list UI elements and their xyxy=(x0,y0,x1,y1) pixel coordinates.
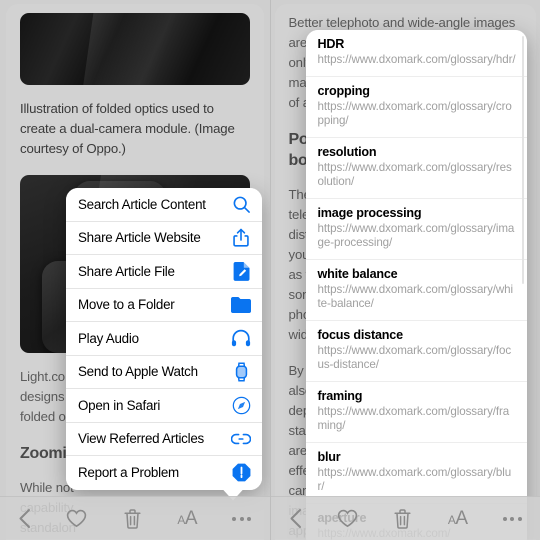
body-line: While not xyxy=(20,480,74,495)
text-size-small-label: A xyxy=(177,513,185,527)
body-line: designs f xyxy=(20,389,72,404)
back-button[interactable] xyxy=(289,508,302,529)
delete-button[interactable] xyxy=(123,508,142,530)
folder-icon xyxy=(231,295,251,315)
glossary-link-item[interactable]: framing https://www.dxomark.com/glossary/… xyxy=(305,382,527,443)
folded-optics-illustration[interactable] xyxy=(20,13,250,85)
glossary-link-title: resolution xyxy=(317,144,377,159)
menu-item-label: View Referred Articles xyxy=(78,431,204,447)
menu-item-label: Play Audio xyxy=(78,330,139,346)
body-line: are xyxy=(288,443,308,458)
delete-button[interactable] xyxy=(393,508,412,530)
referred-articles-popover[interactable]: HDR https://www.dxomark.com/glossary/hdr/… xyxy=(305,30,527,540)
glossary-link-item[interactable]: blur https://www.dxomark.com/glossary/blu… xyxy=(305,443,527,504)
glossary-link-url: https://www.dxomark.com/glossary/hdr/ xyxy=(317,53,516,66)
menu-item-send-to-apple-watch[interactable]: Send to Apple Watch xyxy=(66,356,262,389)
link-icon xyxy=(231,429,251,449)
menu-item-label: Move to a Folder xyxy=(78,297,175,313)
text-size-button[interactable]: AA xyxy=(448,509,468,528)
figure-caption: Illustration of folded optics used to cr… xyxy=(20,101,235,156)
document-edit-icon xyxy=(231,261,251,281)
menu-item-view-referred-articles[interactable]: View Referred Articles xyxy=(66,423,262,456)
menu-item-label: Search Article Content xyxy=(78,196,206,212)
menu-item-play-audio[interactable]: Play Audio xyxy=(66,322,262,356)
glossary-link-item[interactable]: cropping https://www.dxomark.com/glossary… xyxy=(305,77,527,138)
menu-item-search-article-content[interactable]: Search Article Content xyxy=(66,188,262,222)
popover-scrollbar[interactable] xyxy=(522,36,524,284)
apple-watch-icon xyxy=(231,362,251,382)
right-panel: Better telephoto and wide-angle images a… xyxy=(270,0,540,540)
menu-item-report-a-problem[interactable]: Report a Problem xyxy=(66,456,262,490)
glossary-link-title: image processing xyxy=(317,205,422,220)
menu-item-move-to-a-folder[interactable]: Move to a Folder xyxy=(66,289,262,322)
favorite-button[interactable] xyxy=(66,509,87,528)
glossary-link-url: https://www.dxomark.com/glossary/blur/ xyxy=(317,465,512,494)
glossary-link-item[interactable]: focus distance https://www.dxomark.com/gl… xyxy=(305,321,527,382)
more-button[interactable] xyxy=(232,516,252,521)
glossary-link-item[interactable]: resolution https://www.dxomark.com/glossa… xyxy=(305,138,527,199)
text-size-large-label: A xyxy=(184,508,198,529)
glossary-link-title: framing xyxy=(317,388,363,403)
glossary-link-title: HDR xyxy=(317,37,345,51)
glossary-link-item[interactable]: white balance https://www.dxomark.com/glo… xyxy=(305,260,527,321)
glossary-link-url: https://www.dxomark.com/glossary/focus-d… xyxy=(317,343,512,372)
favorite-button[interactable] xyxy=(337,509,358,528)
search-icon xyxy=(231,194,251,214)
body-line: wid xyxy=(288,327,308,342)
menu-item-label: Share Article Website xyxy=(78,230,201,246)
text-size-large-label: A xyxy=(455,508,468,529)
article-actions-menu[interactable]: Search Article Content Share Article Webs… xyxy=(66,188,262,501)
glossary-link-url: https://www.dxomark.com/glossary/image-p… xyxy=(317,221,515,250)
exclamation-octagon-icon xyxy=(231,463,251,483)
glossary-link-url: https://www.dxomark.com/glossary/framing… xyxy=(317,404,510,433)
glossary-link-url: https://www.dxomark.com/glossary/white-b… xyxy=(317,282,514,311)
menu-item-share-article-website[interactable]: Share Article Website xyxy=(66,222,262,255)
menu-item-open-in-safari[interactable]: Open in Safari xyxy=(66,389,262,423)
menu-item-label: Report a Problem xyxy=(78,465,179,481)
glossary-link-title: white balance xyxy=(317,266,398,281)
back-button[interactable] xyxy=(18,508,31,529)
menu-item-label: Open in Safari xyxy=(78,397,161,413)
glossary-link-title: cropping xyxy=(317,83,370,98)
right-bottom-toolbar: AA xyxy=(270,496,540,540)
headphones-icon xyxy=(231,328,251,348)
left-panel: Illustration of folded optics used to cr… xyxy=(0,0,271,540)
glossary-link-title: blur xyxy=(317,449,341,464)
menu-item-label: Share Article File xyxy=(78,263,175,279)
body-line: folded op xyxy=(20,409,73,424)
glossary-link-item[interactable]: image processing https://www.dxomark.com/… xyxy=(305,199,527,260)
glossary-link-item[interactable]: HDR https://www.dxomark.com/glossary/hdr/ xyxy=(305,30,527,77)
safari-compass-icon xyxy=(231,395,251,415)
text-size-button[interactable]: AA xyxy=(177,509,197,528)
body-line: Light.co t xyxy=(20,369,73,384)
glossary-link-url: https://www.dxomark.com/glossary/resolut… xyxy=(317,160,512,189)
glossary-link-title: focus distance xyxy=(317,327,404,342)
share-icon xyxy=(231,228,251,248)
dual-panel-screenshot: Illustration of folded optics used to cr… xyxy=(0,0,540,540)
menu-item-share-article-file[interactable]: Share Article File xyxy=(66,255,262,289)
more-button[interactable] xyxy=(502,516,522,521)
left-bottom-toolbar: AA xyxy=(0,496,270,540)
menu-item-label: Send to Apple Watch xyxy=(78,364,198,380)
glossary-link-url: https://www.dxomark.com/glossary/croppin… xyxy=(317,99,512,128)
